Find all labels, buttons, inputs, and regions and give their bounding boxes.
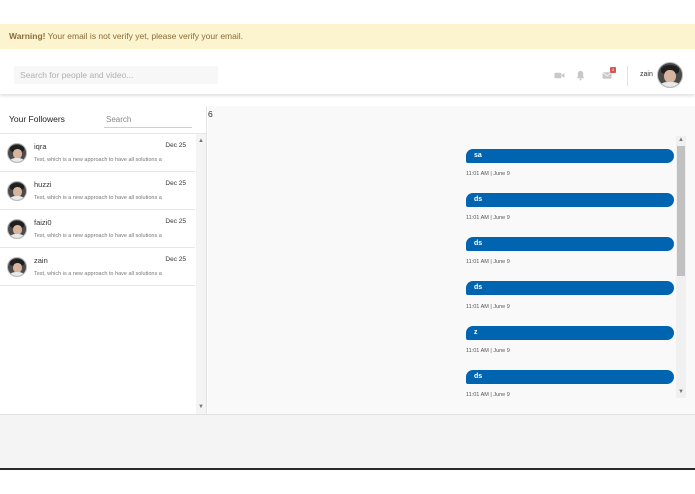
- follower-preview: Test, which is a new approach to have al…: [34, 271, 162, 277]
- follower-avatar: [7, 181, 27, 201]
- search-input[interactable]: [14, 66, 218, 84]
- video-camera-icon[interactable]: [554, 70, 565, 81]
- bottom-divider: [0, 468, 695, 470]
- chat-count: 6: [208, 109, 213, 119]
- follower-item-iqra[interactable]: iqra Dec 25 Test, which is a new approac…: [0, 134, 195, 172]
- scroll-down-arrow-icon[interactable]: ▼: [198, 404, 204, 410]
- message-count-badge: 2: [610, 67, 616, 73]
- message-bubble[interactable]: ds: [466, 193, 674, 207]
- follower-name: zain: [34, 256, 48, 265]
- message-time: 11:01 AM | June 9: [466, 392, 510, 398]
- followers-panel: Your Followers iqra Dec 25 Test, which i…: [0, 106, 207, 414]
- chat-scrollbar-thumb[interactable]: [677, 146, 685, 276]
- follower-date: Dec 25: [165, 256, 186, 263]
- message-bubble[interactable]: ds: [466, 370, 674, 384]
- follower-date: Dec 25: [165, 218, 186, 225]
- current-username[interactable]: zain: [640, 71, 653, 78]
- warning-message: Your email is not verify yet, please ver…: [45, 31, 243, 41]
- scroll-up-arrow-icon[interactable]: ▲: [678, 137, 684, 143]
- follower-date: Dec 25: [165, 142, 186, 149]
- message-time: 11:01 AM | June 9: [466, 171, 510, 177]
- chat-scrollbar[interactable]: ▲ ▼: [676, 136, 686, 398]
- follower-date: Dec 25: [165, 180, 186, 187]
- follower-name: iqra: [34, 142, 47, 151]
- follower-avatar: [7, 257, 27, 277]
- message-bubble[interactable]: sa: [466, 149, 674, 163]
- navbar-divider: [627, 66, 628, 86]
- followers-scrollbar[interactable]: ▲ ▼: [196, 134, 206, 414]
- follower-item-huzzi[interactable]: huzzi Dec 25 Test, which is a new approa…: [0, 172, 195, 210]
- follower-name: faizi0: [34, 218, 52, 227]
- follower-name: huzzi: [34, 180, 52, 189]
- chat-panel: 6 sa 11:01 AM | June 9 ds 11:01 AM | Jun…: [208, 106, 695, 414]
- warning-label: Warning!: [9, 31, 46, 41]
- scroll-down-arrow-icon[interactable]: ▼: [678, 389, 684, 395]
- followers-list: iqra Dec 25 Test, which is a new approac…: [0, 134, 195, 286]
- bell-icon[interactable]: [575, 70, 586, 81]
- follower-search-input[interactable]: [104, 112, 192, 128]
- message-time: 11:01 AM | June 9: [466, 348, 510, 354]
- top-navbar: 2 zain: [0, 57, 695, 94]
- email-warning-banner: Warning! Your email is not verify yet, p…: [0, 24, 695, 49]
- message-time: 11:01 AM | June 9: [466, 304, 510, 310]
- scroll-up-arrow-icon[interactable]: ▲: [198, 138, 204, 144]
- follower-preview: Test, which is a new approach to have al…: [34, 233, 162, 239]
- messages-icon[interactable]: 2: [602, 67, 616, 81]
- message-time: 11:01 AM | June 9: [466, 259, 510, 265]
- follower-avatar: [7, 143, 27, 163]
- chat-input-area: [0, 414, 695, 468]
- message-bubble[interactable]: ds: [466, 237, 674, 251]
- message-time: 11:01 AM | June 9: [466, 215, 510, 221]
- followers-title: Your Followers: [9, 114, 65, 124]
- follower-avatar: [7, 219, 27, 239]
- message-bubble[interactable]: z: [466, 326, 674, 340]
- avatar-body: [660, 81, 680, 87]
- avatar-face: [664, 69, 676, 83]
- follower-preview: Test, which is a new approach to have al…: [34, 195, 162, 201]
- follower-item-faizi0[interactable]: faizi0 Dec 25 Test, which is a new appro…: [0, 210, 195, 248]
- user-avatar[interactable]: [657, 62, 683, 88]
- message-bubble[interactable]: ds: [466, 281, 674, 295]
- follower-preview: Test, which is a new approach to have al…: [34, 157, 162, 163]
- follower-item-zain[interactable]: zain Dec 25 Test, which is a new approac…: [0, 248, 195, 286]
- followers-header: Your Followers: [0, 106, 206, 134]
